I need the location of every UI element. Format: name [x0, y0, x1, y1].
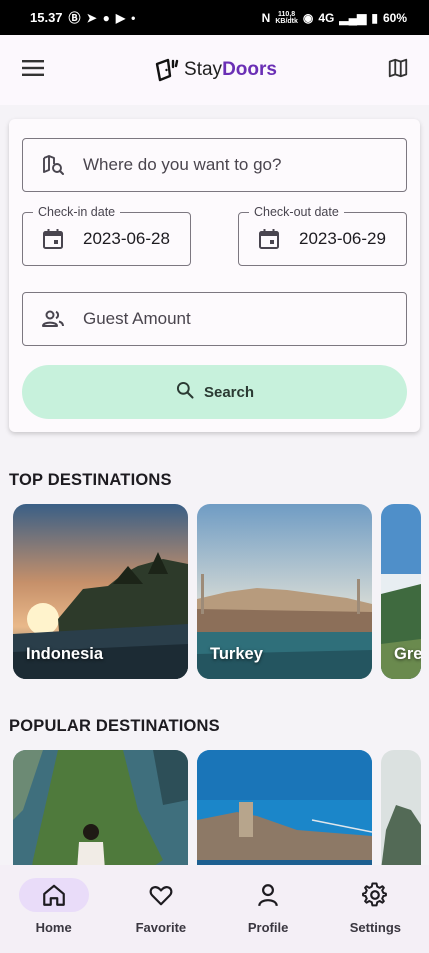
nav-favorite-label: Favorite — [135, 920, 187, 935]
nav-indicator — [18, 878, 89, 912]
gear-icon — [362, 882, 388, 907]
destination-label: Gre — [394, 645, 421, 663]
nav-indicator — [340, 878, 410, 912]
telegram-icon: ➤ — [86, 10, 97, 25]
map-search-icon — [41, 153, 65, 177]
nfc-icon: N — [261, 10, 271, 25]
more-notifications-icon: • — [131, 10, 136, 25]
search-button[interactable]: Search — [22, 365, 407, 419]
destination-label: Indonesia — [26, 645, 104, 663]
nav-profile[interactable]: Profile — [218, 878, 318, 953]
checkin-field[interactable]: Check-in date 2023-06-28 — [22, 205, 191, 266]
destination-card-turkey[interactable]: Turkey — [197, 504, 372, 679]
checkout-label: Check-out date — [249, 205, 344, 219]
nav-settings[interactable]: Settings — [325, 878, 425, 953]
nav-indicator — [126, 878, 196, 912]
logo-text-suffix: Doors — [222, 59, 277, 80]
nav-profile-label: Profile — [247, 920, 289, 935]
bottom-navigation: Home Favorite Profile Settings — [0, 865, 429, 953]
calendar-icon — [257, 227, 281, 251]
youtube-icon: ▶ — [115, 10, 126, 25]
logo-text-prefix: Stay — [184, 59, 223, 80]
app-logo: Stay Doors — [154, 58, 277, 82]
checkin-value: 2023-06-28 — [83, 229, 170, 248]
people-icon — [41, 307, 65, 331]
destination-placeholder: Where do you want to go? — [83, 155, 282, 174]
checkout-value: 2023-06-29 — [299, 229, 386, 248]
hotspot-icon: ◉ — [302, 10, 314, 25]
door-logo-icon — [155, 58, 179, 82]
heart-icon — [149, 886, 173, 906]
net-speed-unit: KB/dtk — [275, 17, 298, 25]
menu-icon[interactable] — [22, 59, 44, 82]
battery-level: 60% — [382, 10, 407, 25]
signal-icon: ▂▄▆ — [339, 10, 367, 25]
status-bar: 15.37 Ⓑ ➤ ● ▶ • N 110,8 KB/dtk ◉ 4G ▂▄▆ … — [0, 0, 429, 35]
destination-field[interactable]: Where do you want to go? — [22, 138, 407, 192]
battery-icon: ▮ — [371, 10, 378, 25]
network-type: 4G — [318, 10, 335, 25]
nav-home[interactable]: Home — [4, 878, 104, 953]
popular-destinations-title: POPULAR DESTINATIONS — [9, 717, 220, 735]
nav-settings-label: Settings — [349, 920, 402, 935]
map-icon[interactable] — [387, 57, 409, 84]
status-time: 15.37 — [30, 10, 63, 25]
nav-indicator — [233, 878, 303, 912]
app-bar: Stay Doors — [0, 35, 429, 105]
person-icon — [258, 884, 278, 907]
checkin-label: Check-in date — [33, 205, 121, 219]
status-left: 15.37 Ⓑ ➤ ● ▶ • — [30, 9, 135, 26]
destination-label: Turkey — [210, 645, 263, 663]
home-icon — [42, 884, 65, 906]
net-speed-value: 110,8 — [278, 10, 296, 18]
net-speed: 110,8 KB/dtk — [275, 11, 298, 25]
destination-card-indonesia[interactable]: Indonesia — [13, 504, 188, 679]
top-destinations-row[interactable]: Indonesia Turkey Gre — [13, 504, 421, 679]
nav-home-label: Home — [35, 920, 72, 935]
search-icon — [175, 380, 195, 404]
guest-field[interactable]: Guest Amount — [22, 292, 407, 346]
calendar-icon — [41, 227, 65, 251]
checkout-field[interactable]: Check-out date 2023-06-29 — [238, 205, 407, 266]
guest-placeholder: Guest Amount — [83, 309, 191, 328]
destination-card-greece[interactable]: Gre — [381, 504, 421, 679]
nav-favorite[interactable]: Favorite — [111, 878, 211, 953]
status-right: N 110,8 KB/dtk ◉ 4G ▂▄▆ ▮ 60% — [262, 11, 407, 25]
search-card: Where do you want to go? Check-in date 2… — [9, 119, 420, 432]
top-destinations-title: TOP DESTINATIONS — [9, 471, 172, 489]
search-button-label: Search — [203, 383, 255, 401]
app-notification-icon: Ⓑ — [68, 11, 81, 25]
message-icon: ● — [102, 10, 110, 25]
